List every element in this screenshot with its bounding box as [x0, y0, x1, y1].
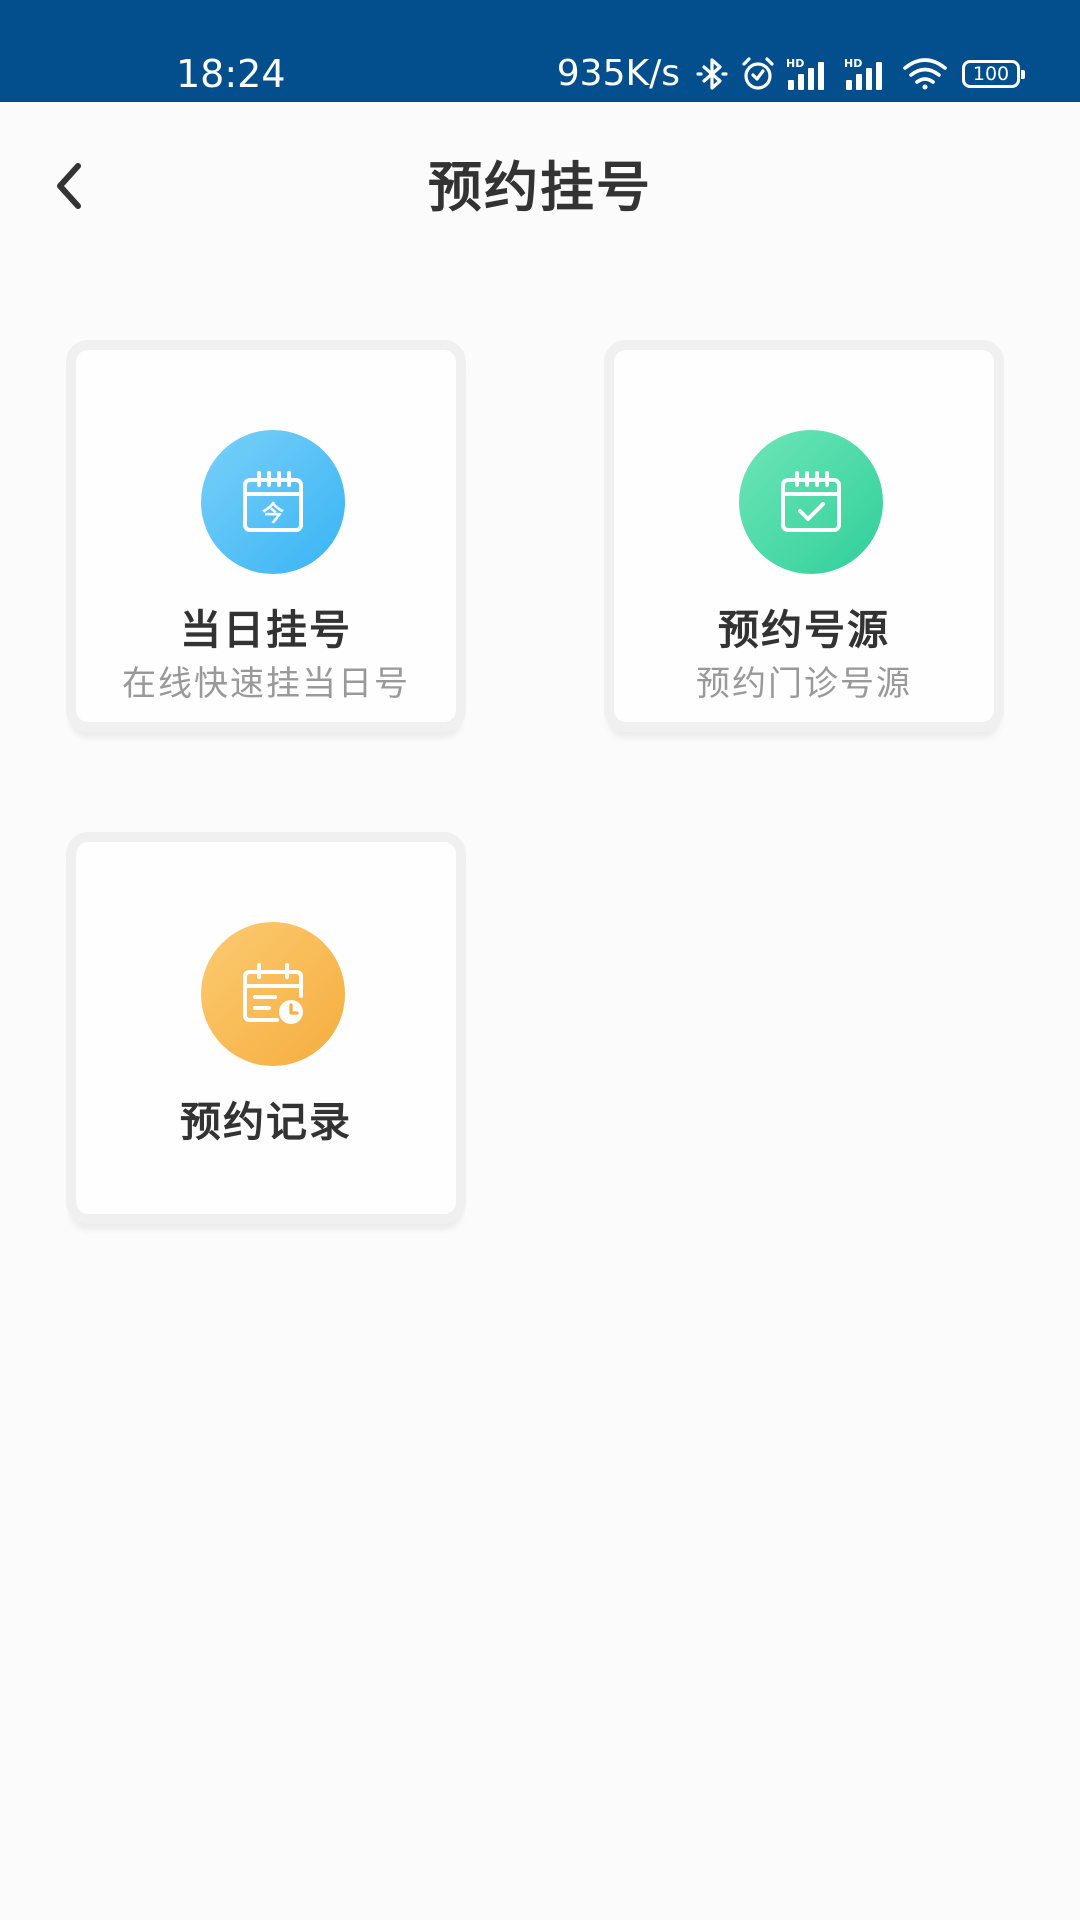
card-title: 当日挂号	[180, 606, 352, 654]
svg-text:HD: HD	[786, 57, 804, 70]
appointment-source-card[interactable]: 预约号源 预约门诊号源	[604, 340, 1004, 732]
alarm-icon	[740, 56, 776, 92]
wifi-icon	[902, 56, 948, 92]
calendar-clock-icon	[201, 922, 345, 1066]
battery-icon: 100	[962, 60, 1025, 88]
calendar-today-icon: 今	[201, 430, 345, 574]
svg-text:今: 今	[262, 501, 284, 527]
network-speed: 935K/s	[556, 53, 680, 94]
svg-text:HD: HD	[844, 57, 862, 70]
card-subtitle: 在线快速挂当日号	[122, 664, 410, 704]
hd-signal-icon: HD	[844, 56, 892, 92]
calendar-check-icon	[739, 430, 883, 574]
card-title: 预约号源	[718, 606, 890, 654]
battery-level: 100	[972, 63, 1010, 85]
same-day-registration-card[interactable]: 今 当日挂号 在线快速挂当日号	[66, 340, 466, 732]
hd-signal-icon: HD	[786, 56, 834, 92]
page-title: 预约挂号	[428, 156, 652, 219]
appointment-records-card[interactable]: 预约记录	[66, 832, 466, 1224]
card-subtitle: 预约门诊号源	[696, 664, 912, 704]
status-icons: 935K/s HD HD 100	[556, 50, 1025, 98]
status-bar: 18:24 935K/s HD HD 100	[0, 0, 1080, 102]
status-time: 18:24	[176, 52, 286, 96]
nav-bar: 预约挂号	[0, 102, 1080, 270]
bluetooth-icon	[694, 56, 730, 92]
card-title: 预约记录	[180, 1098, 352, 1146]
